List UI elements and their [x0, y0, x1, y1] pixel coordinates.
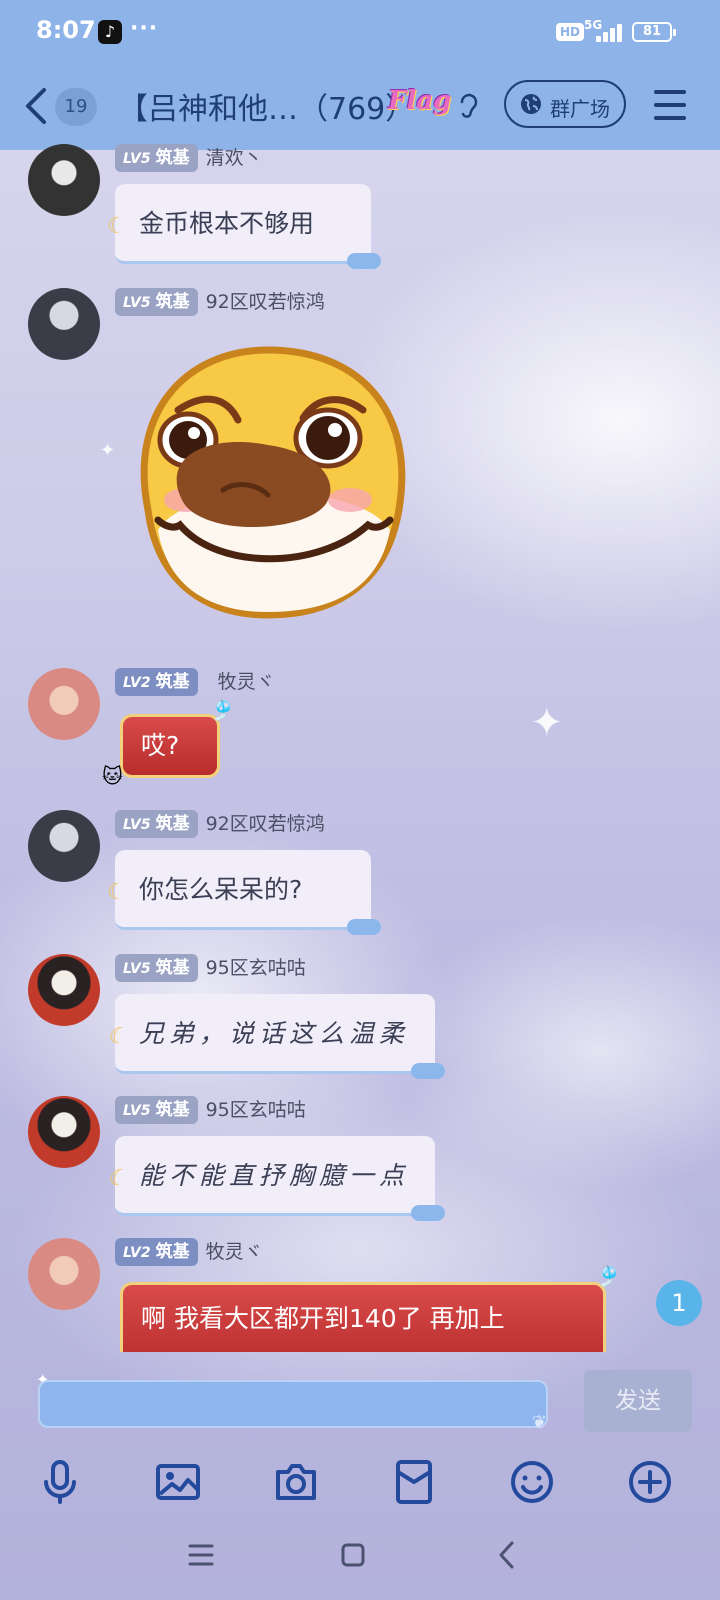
avatar[interactable] — [28, 1238, 100, 1310]
shy-dog-sticker[interactable] — [128, 340, 413, 620]
image-icon[interactable] — [154, 1458, 202, 1506]
signal-icon — [584, 22, 626, 42]
sender-name[interactable]: 92区叹若惊鸿 — [206, 810, 325, 838]
moon-decoration-icon: ☾ — [107, 1024, 132, 1049]
system-nav-bar — [0, 1518, 720, 1600]
message-text: 哎? — [141, 731, 180, 760]
recent-apps-icon[interactable] — [188, 1542, 214, 1568]
message-meta: LV5 筑基 92区叹若惊鸿 — [115, 810, 325, 838]
wing-decoration-icon: ❦ — [532, 1412, 548, 1433]
message-input[interactable] — [38, 1380, 548, 1428]
group-title[interactable]: 【吕神和他…（769） — [118, 84, 415, 128]
hd-icon: HD — [556, 23, 585, 41]
menu-icon[interactable] — [654, 90, 686, 120]
message-bubble[interactable]: 能不能直抒胸臆一点 ☾ — [107, 1136, 445, 1221]
microphone-icon[interactable] — [36, 1458, 84, 1506]
level-badge: LV5 筑基 — [115, 810, 198, 838]
cloud-decoration — [411, 1205, 445, 1221]
sender-name[interactable]: 92区叹若惊鸿 — [206, 288, 325, 316]
cloud-decoration — [347, 919, 381, 935]
chat-toolbar — [0, 1446, 720, 1516]
emoji-icon[interactable] — [508, 1458, 556, 1506]
camera-icon[interactable] — [272, 1458, 320, 1506]
battery-icon: 81 — [632, 22, 676, 42]
red-packet-icon[interactable] — [390, 1458, 438, 1506]
message-meta: LV2 筑基 牧灵ヾ — [115, 1238, 263, 1266]
battery-level: 81 — [642, 24, 662, 39]
sender-name[interactable]: 牧灵ヾ — [218, 668, 275, 696]
sparkle-icon: ✦ — [530, 700, 564, 746]
sender-name[interactable]: 牧灵ヾ — [206, 1238, 263, 1266]
more-notifications-icon: ··· — [130, 16, 159, 41]
level-badge: LV2 筑基 — [115, 668, 198, 696]
avatar[interactable] — [28, 954, 100, 1026]
message-meta: LV5 筑基 92区叹若惊鸿 — [115, 288, 325, 316]
level-badge: LV2 筑基 — [115, 1238, 198, 1266]
group-square-button[interactable]: 群广场 — [504, 80, 626, 128]
message-text: 金币根本不够用 — [139, 209, 315, 238]
cat-decoration-icon: 🐱 — [102, 764, 123, 788]
avatar[interactable] — [28, 144, 100, 216]
message-bubble[interactable]: 兄弟，说话这么温柔 ☾ — [107, 994, 445, 1079]
moon-decoration-icon: ☾ — [107, 880, 127, 905]
flag-badge: Flag — [388, 86, 452, 116]
sparkle-icon: ✦ — [100, 440, 116, 461]
message-bubble[interactable]: 你怎么呆呆的? ☾ — [107, 850, 381, 935]
moon-decoration-icon: ☾ — [107, 1166, 132, 1191]
earpiece-icon — [460, 93, 478, 118]
cloud-decoration — [411, 1063, 445, 1079]
message-meta: LV5 筑基 95区玄咕咕 — [115, 954, 306, 982]
tiktok-icon: ♪ — [98, 20, 122, 44]
message-text: 啊 我看大区都开到140了 再加上 — [141, 1304, 505, 1333]
message-bubble[interactable]: 金币根本不够用 ☾ — [107, 184, 381, 269]
chat-header: 19 【吕神和他…（769） Flag 群广场 — [0, 64, 720, 150]
sender-name[interactable]: 95区玄咕咕 — [206, 1096, 306, 1124]
level-badge: LV5 筑基 — [115, 144, 198, 172]
back-arrow-icon[interactable] — [22, 86, 52, 126]
bell-decoration-icon: 🎐 — [210, 698, 235, 722]
message-text: 能不能直抒胸臆一点 — [139, 1161, 410, 1190]
home-icon[interactable] — [340, 1542, 366, 1568]
new-message-count-badge[interactable]: 1 — [656, 1280, 702, 1326]
chat-message: LV2 筑基 牧灵ヾ 啊 我看大区都开到140了 再加上 🎐 — [0, 1238, 720, 1352]
status-time: 8:07 — [36, 16, 96, 44]
avatar[interactable] — [28, 1096, 100, 1168]
bell-decoration-icon: 🎐 — [596, 1264, 621, 1288]
cloud-decoration — [347, 253, 381, 269]
input-bar: ✦ ❦ 发送 — [0, 1352, 720, 1433]
message-bubble[interactable]: 啊 我看大区都开到140了 再加上 — [120, 1282, 606, 1352]
level-badge: LV5 筑基 — [115, 288, 198, 316]
avatar[interactable] — [28, 810, 100, 882]
unread-count-badge[interactable]: 19 — [55, 88, 97, 126]
moon-decoration-icon: ☾ — [107, 214, 127, 239]
group-square-label: 群广场 — [550, 97, 610, 121]
message-bubble[interactable]: 哎? — [120, 714, 220, 778]
sender-name[interactable]: 95区玄咕咕 — [206, 954, 306, 982]
status-bar: 8:07 ♪ ··· HD 5G 81 — [0, 0, 720, 64]
level-badge: LV5 筑基 — [115, 954, 198, 982]
avatar[interactable] — [28, 288, 100, 360]
sender-name[interactable]: 清欢丶 — [206, 144, 263, 172]
message-meta: LV5 筑基 清欢丶 — [115, 144, 263, 172]
message-text: 你怎么呆呆的? — [139, 875, 303, 904]
send-button[interactable]: 发送 — [584, 1370, 692, 1432]
system-back-icon[interactable] — [496, 1540, 518, 1570]
message-text: 兄弟，说话这么温柔 — [139, 1019, 410, 1048]
avatar[interactable] — [28, 668, 100, 740]
level-badge: LV5 筑基 — [115, 1096, 198, 1124]
message-meta: LV5 筑基 95区玄咕咕 — [115, 1096, 306, 1124]
plus-icon[interactable] — [626, 1458, 674, 1506]
globe-icon — [521, 94, 541, 114]
message-meta: LV2 筑基 牧灵ヾ — [115, 668, 275, 696]
